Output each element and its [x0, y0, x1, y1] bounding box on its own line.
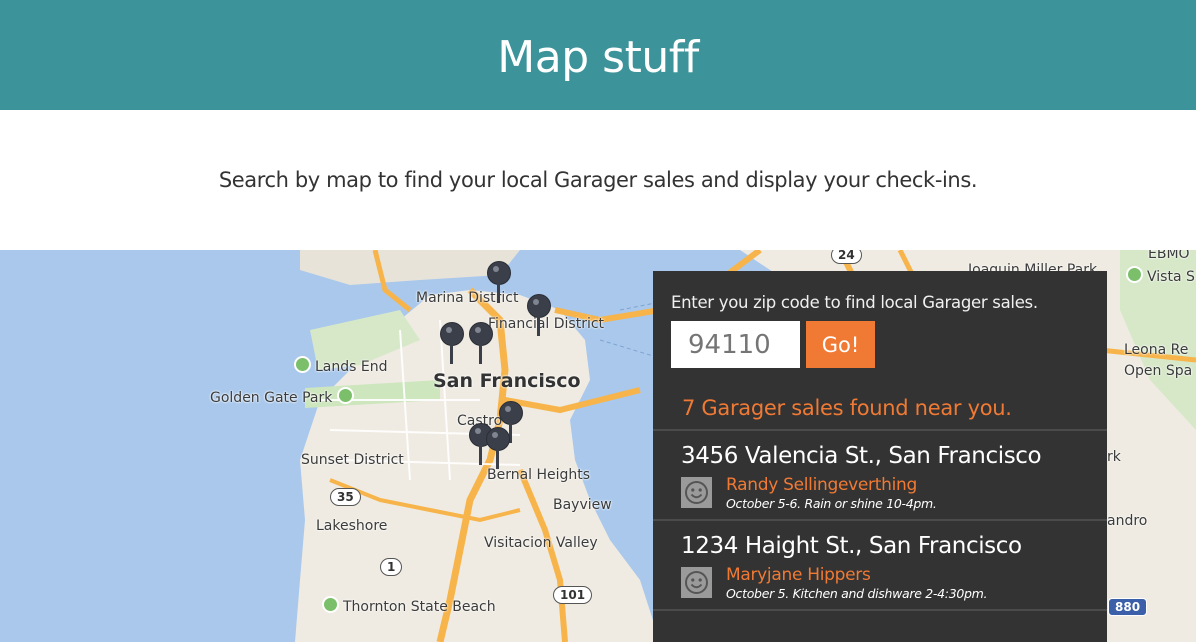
result-address: 3456 Valencia St., San Francisco [681, 443, 1042, 469]
map-label-san-francisco: San Francisco [433, 370, 581, 392]
park-icon [294, 356, 311, 373]
park-icon [1126, 266, 1143, 283]
result-seller-link[interactable]: Randy Sellingeverthing [726, 475, 917, 495]
result-address: 1234 Haight St., San Francisco [681, 533, 1022, 559]
map-label-golden-gate: Golden Gate Park [210, 387, 358, 406]
map-pin-marker[interactable] [469, 322, 493, 366]
map-label-lands-end: Lands End [294, 356, 388, 375]
map-label-lakeshore: Lakeshore [316, 518, 388, 534]
map-label-thornton: Thornton State Beach [322, 596, 496, 615]
map-label-vista: Vista S [1126, 266, 1195, 285]
map-pin-marker[interactable] [527, 294, 551, 338]
map-pin-marker[interactable] [440, 322, 464, 366]
map-label-sunset: Sunset District [301, 452, 404, 468]
map-label-visitacion: Visitacion Valley [484, 535, 598, 551]
result-seller-link[interactable]: Maryjane Hippers [726, 565, 871, 585]
search-panel: Enter you zip code to find local Garager… [653, 271, 1107, 642]
page-title: Map stuff [497, 31, 699, 83]
map-pin-marker[interactable] [486, 427, 510, 471]
smiley-icon [681, 477, 712, 508]
map-label-rk: rk [1107, 449, 1121, 465]
route-1-shield: 1 [380, 558, 403, 576]
results-count: 7 Garager sales found near you. [682, 396, 1012, 420]
map-label-leona: Leona Re [1124, 342, 1189, 358]
go-button[interactable]: Go! [806, 321, 875, 368]
route-101-shield: 101 [553, 586, 593, 604]
result-item[interactable]: 1234 Haight St., San Francisco Maryjane … [653, 521, 1107, 609]
divider [653, 609, 1107, 611]
result-details: October 5. Kitchen and dishware 2-4:30pm… [726, 586, 988, 601]
map-label-andro: andro [1107, 513, 1148, 529]
intro-section: Search by map to find your local Garager… [0, 110, 1196, 250]
page-header: Map stuff [0, 0, 1196, 110]
zip-code-input[interactable] [671, 321, 800, 368]
route-24-shield: 24 [831, 250, 862, 264]
result-details: October 5-6. Rain or shine 10-4pm. [726, 496, 937, 511]
smiley-icon [681, 567, 712, 598]
intro-text: Search by map to find your local Garager… [218, 168, 978, 192]
route-35-shield: 35 [330, 488, 361, 506]
park-icon [322, 596, 339, 613]
map-label-emeryville: EBMO [1148, 250, 1190, 262]
map-label-open-space: Open Spa [1124, 363, 1193, 379]
park-icon [336, 387, 354, 404]
map-pin-marker[interactable] [487, 261, 511, 305]
route-880-shield: 880 [1108, 598, 1148, 616]
map-label-bayview: Bayview [553, 497, 612, 513]
result-item[interactable]: 3456 Valencia St., San Francisco Randy S… [653, 431, 1107, 519]
zip-prompt: Enter you zip code to find local Garager… [671, 293, 1038, 312]
